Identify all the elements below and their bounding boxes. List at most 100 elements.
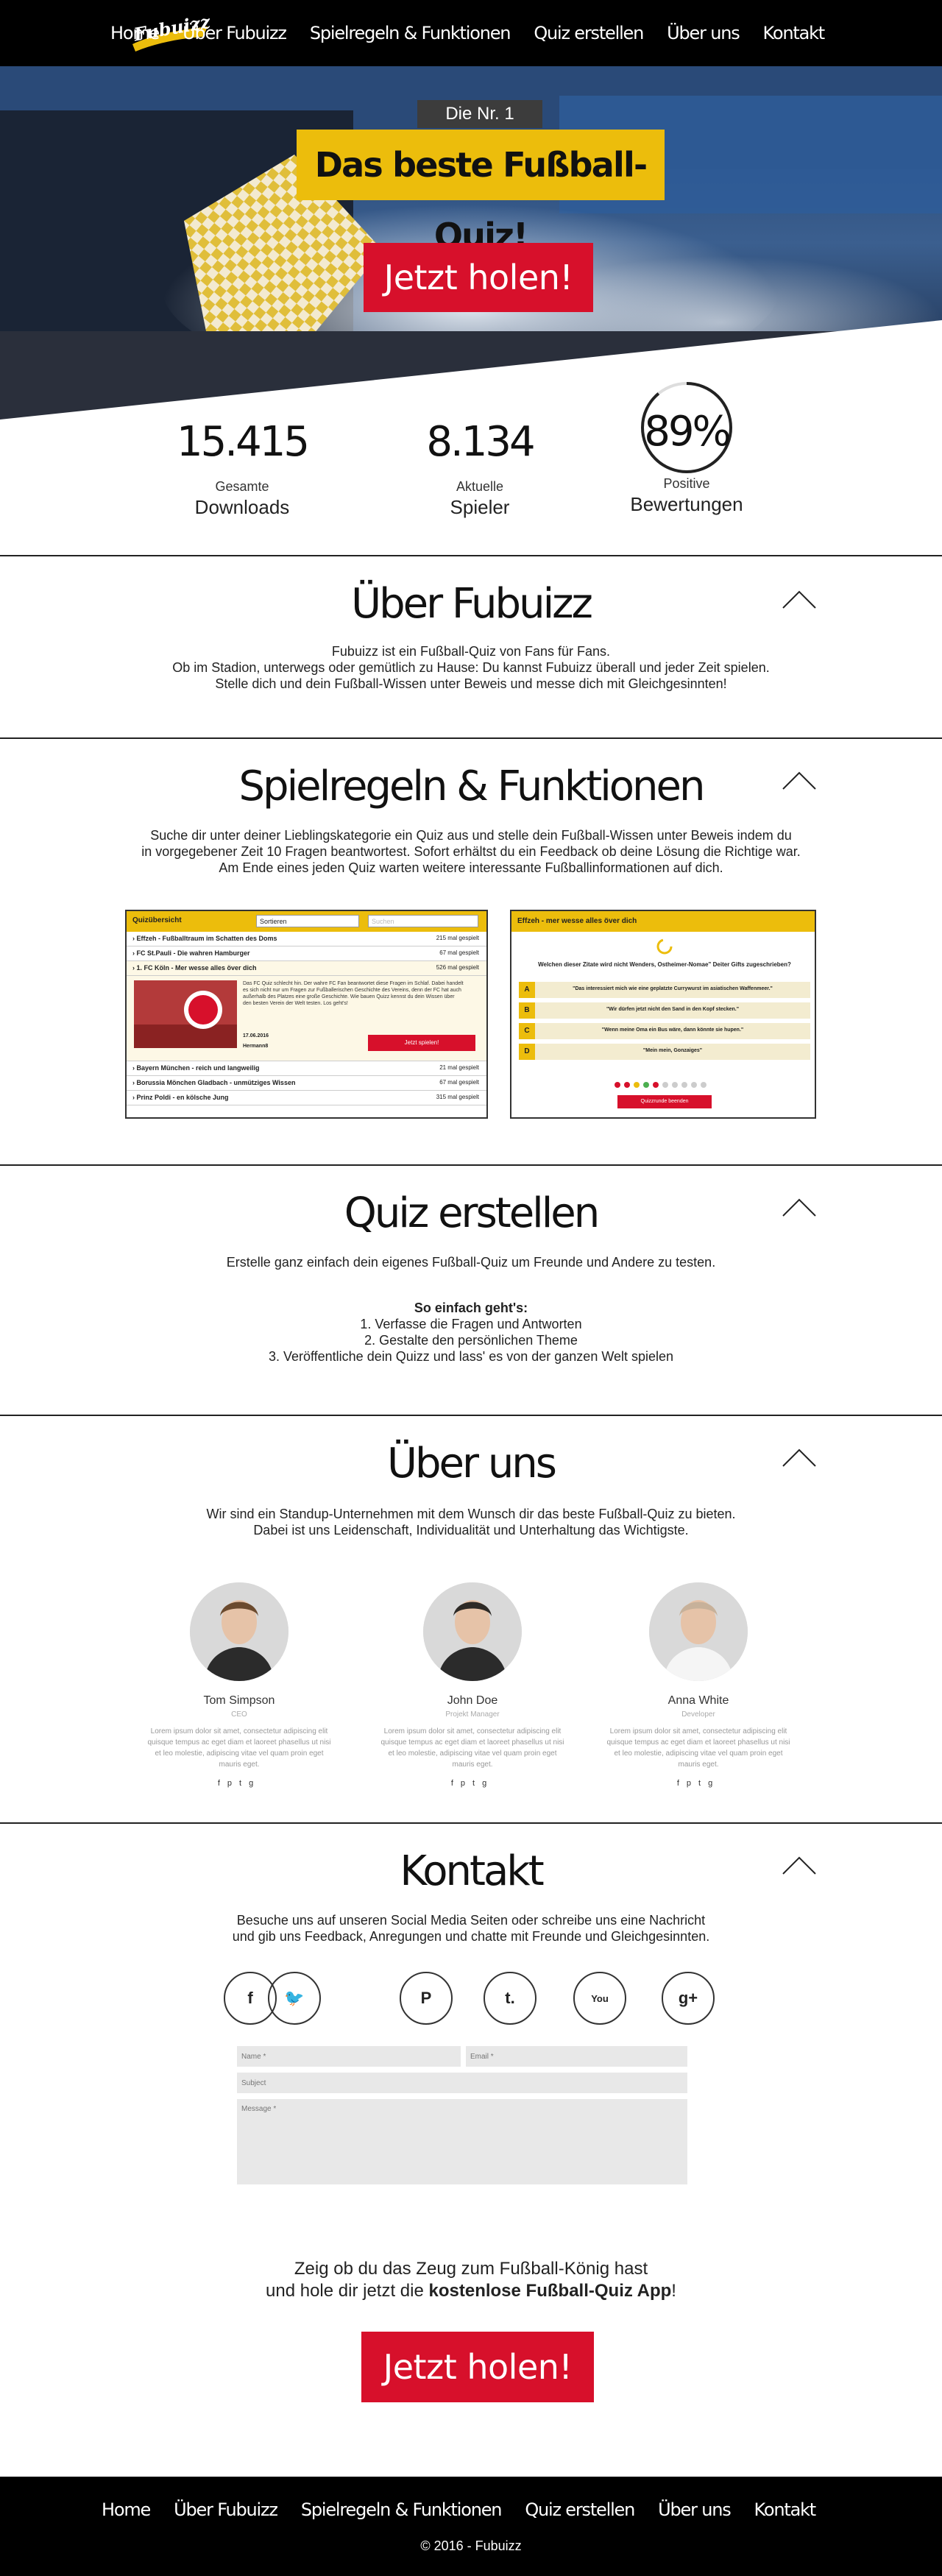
footer-nav-about[interactable]: Über Fubuizz bbox=[174, 2499, 278, 2520]
hero-badge-small: Die Nr. 1 bbox=[417, 100, 542, 128]
answer-option[interactable]: B "Wir dürfen jetzt nicht den Sand in den… bbox=[519, 1002, 810, 1019]
stat-rating: 89% Positive Bewertungen bbox=[591, 408, 782, 516]
answer-option[interactable]: D "Mein mein, Gonzaiges" bbox=[519, 1044, 810, 1060]
social-link[interactable]: t. bbox=[484, 1972, 536, 2025]
google-plus-icon[interactable]: g bbox=[482, 1779, 494, 1788]
social-link[interactable]: g+ bbox=[662, 1972, 715, 2025]
closing-text: Zeig ob du das Zeug zum Fußball-König ha… bbox=[103, 2258, 839, 2302]
quiz-description: Das FC Quiz schlecht hin. Der wahre FC F… bbox=[243, 981, 464, 1006]
answer-letter: A bbox=[519, 982, 535, 998]
stat-value: 15.415 bbox=[177, 418, 310, 466]
nav-about[interactable]: Über Fubuizz bbox=[183, 23, 287, 43]
facebook-icon[interactable]: f bbox=[218, 1779, 227, 1788]
quiz-list-item[interactable]: › Bayern München - reich und langweilig 2… bbox=[127, 1061, 486, 1076]
nav-create[interactable]: Quiz erstellen bbox=[534, 23, 644, 43]
about-line: Ob im Stadion, unterwegs oder gemütlich … bbox=[172, 660, 770, 675]
pinterest-icon[interactable]: p bbox=[227, 1779, 239, 1788]
stat-label: Gesamte bbox=[215, 479, 269, 494]
nav-home[interactable]: Home bbox=[110, 23, 160, 43]
quiz-list-item[interactable]: › 1. FC Köln - Mer wesse alles över dich… bbox=[127, 961, 486, 976]
stat-downloads: 15.415 Gesamte Downloads bbox=[146, 418, 338, 519]
member-name: Tom Simpson bbox=[203, 1694, 275, 1707]
stat-label: Aktuelle bbox=[456, 479, 504, 494]
member-name: Anna White bbox=[667, 1694, 729, 1707]
answer-text: "Wenn meine Oma ein Bus wäre, dann könnt… bbox=[601, 1027, 744, 1033]
nav-team[interactable]: Über uns bbox=[667, 23, 740, 43]
stat-players: 8.134 Aktuelle Spieler bbox=[384, 418, 576, 519]
play-count: 21 mal gespielt bbox=[439, 1064, 479, 1071]
closing-text-part: ! bbox=[671, 2281, 676, 2301]
create-how: So einfach geht's: bbox=[414, 1301, 528, 1315]
progress-dot bbox=[615, 1082, 620, 1088]
social-link[interactable]: 🐦 bbox=[268, 1972, 321, 2025]
portrait-image bbox=[423, 1582, 522, 1681]
play-count: 67 mal gespielt bbox=[439, 949, 479, 956]
nav-contact[interactable]: Kontakt bbox=[763, 23, 826, 43]
create-step: 2. Gestalte den persönlichen Theme bbox=[364, 1333, 578, 1348]
collapse-chevron-icon[interactable] bbox=[782, 770, 817, 790]
twitter-icon[interactable]: t bbox=[239, 1779, 249, 1788]
pinterest-icon: P bbox=[420, 1989, 432, 2007]
footer-menu: Home Über Fubuizz Spielregeln & Funktion… bbox=[102, 2477, 817, 2543]
answer-text: "Wir dürfen jetzt nicht den Sand in den … bbox=[606, 1007, 740, 1012]
quiz-list-item[interactable]: › Effzeh - Fußballtraum im Schatten des … bbox=[127, 932, 486, 946]
stat-label: Positive bbox=[663, 476, 710, 491]
team-line: Wir sind ein Standup-Unternehmen mit dem… bbox=[206, 1507, 736, 1521]
pinterest-icon[interactable]: p bbox=[687, 1779, 698, 1788]
social-link[interactable]: You bbox=[573, 1972, 626, 2025]
hero-cta-button[interactable]: Jetzt holen! bbox=[364, 243, 593, 312]
pinterest-icon[interactable]: p bbox=[461, 1779, 472, 1788]
footer-nav-contact[interactable]: Kontakt bbox=[754, 2499, 817, 2520]
footer-nav-home[interactable]: Home bbox=[102, 2499, 151, 2520]
closing-line: und hole dir jetzt die kostenlose Fußbal… bbox=[103, 2280, 839, 2302]
nav-rules[interactable]: Spielregeln & Funktionen bbox=[310, 23, 511, 43]
end-round-button[interactable]: Quizzrunde beenden bbox=[617, 1095, 712, 1108]
footer-nav-rules[interactable]: Spielregeln & Funktionen bbox=[301, 2499, 503, 2520]
answer-letter: C bbox=[519, 1023, 535, 1039]
create-intro: Erstelle ganz einfach dein eigenes Fußba… bbox=[226, 1255, 716, 1270]
collapse-chevron-icon[interactable] bbox=[782, 589, 817, 609]
portrait-image bbox=[649, 1582, 748, 1681]
quiz-question-screenshot: Effzeh - mer wesse alles över dich Welch… bbox=[510, 910, 816, 1119]
stat-value: 8.134 bbox=[426, 418, 535, 466]
quiz-list-item[interactable]: › FC St.Pauli - Die wahren Hamburger 67 m… bbox=[127, 946, 486, 961]
closing-cta-button[interactable]: Jetzt holen! bbox=[361, 2332, 594, 2402]
footer-nav-create[interactable]: Quiz erstellen bbox=[525, 2499, 635, 2520]
progress-dot bbox=[624, 1082, 630, 1088]
quiz-list-item[interactable]: › Borussia Mönchen Gladbach - unmütziges… bbox=[127, 1076, 486, 1091]
email-field[interactable] bbox=[466, 2046, 687, 2067]
progress-dot bbox=[653, 1082, 659, 1088]
facebook-icon[interactable]: f bbox=[451, 1779, 461, 1788]
member-description: Lorem ipsum dolor sit amet, consectetur … bbox=[606, 1727, 790, 1769]
twitter-icon[interactable]: t bbox=[698, 1779, 708, 1788]
collapse-chevron-icon[interactable] bbox=[782, 1447, 817, 1468]
youtube-icon: You bbox=[591, 1992, 609, 2004]
search-input[interactable]: Suchen bbox=[368, 915, 478, 927]
facebook-icon[interactable]: f bbox=[677, 1779, 687, 1788]
play-now-button[interactable]: Jetzt spielen! bbox=[368, 1035, 475, 1051]
team-member: John Doe Projekt Manager Lorem ipsum dolor… bbox=[377, 1582, 568, 1788]
member-description: Lorem ipsum dolor sit amet, consectetur … bbox=[147, 1727, 331, 1769]
sort-select[interactable]: Sortieren bbox=[256, 915, 359, 927]
about-text: Fubuizz ist ein Fußball-Quiz von Fans fü… bbox=[103, 643, 839, 692]
subject-field[interactable] bbox=[237, 2073, 687, 2093]
social-link[interactable]: P bbox=[400, 1972, 453, 2025]
name-field[interactable] bbox=[237, 2046, 461, 2067]
footer-nav-team[interactable]: Über uns bbox=[658, 2499, 732, 2520]
collapse-chevron-icon[interactable] bbox=[782, 1855, 817, 1875]
answer-option[interactable]: A "Das interessiert mich wie eine geplatz… bbox=[519, 982, 810, 998]
google-plus-icon: g+ bbox=[678, 1989, 698, 2007]
play-count: 315 mal gespielt bbox=[436, 1094, 479, 1100]
answer-option[interactable]: C "Wenn meine Oma ein Bus wäre, dann könn… bbox=[519, 1023, 810, 1039]
message-field[interactable] bbox=[237, 2099, 687, 2184]
answer-text: "Das interessiert mich wie eine geplatzt… bbox=[573, 986, 773, 991]
team-member: Tom Simpson CEO Lorem ipsum dolor sit amet… bbox=[144, 1582, 335, 1788]
google-plus-icon[interactable]: g bbox=[708, 1779, 720, 1788]
twitter-icon[interactable]: t bbox=[472, 1779, 482, 1788]
google-plus-icon[interactable]: g bbox=[249, 1779, 261, 1788]
collapse-chevron-icon[interactable] bbox=[782, 1197, 817, 1217]
footer: Home Über Fubuizz Spielregeln & Funktion… bbox=[0, 2477, 942, 2576]
quiz-list-item[interactable]: › Prinz Poldi - en kölsche Jung 315 mal g… bbox=[127, 1091, 486, 1105]
answer-text: "Mein mein, Gonzaiges" bbox=[642, 1048, 703, 1053]
facebook-icon: f bbox=[247, 1989, 253, 2007]
